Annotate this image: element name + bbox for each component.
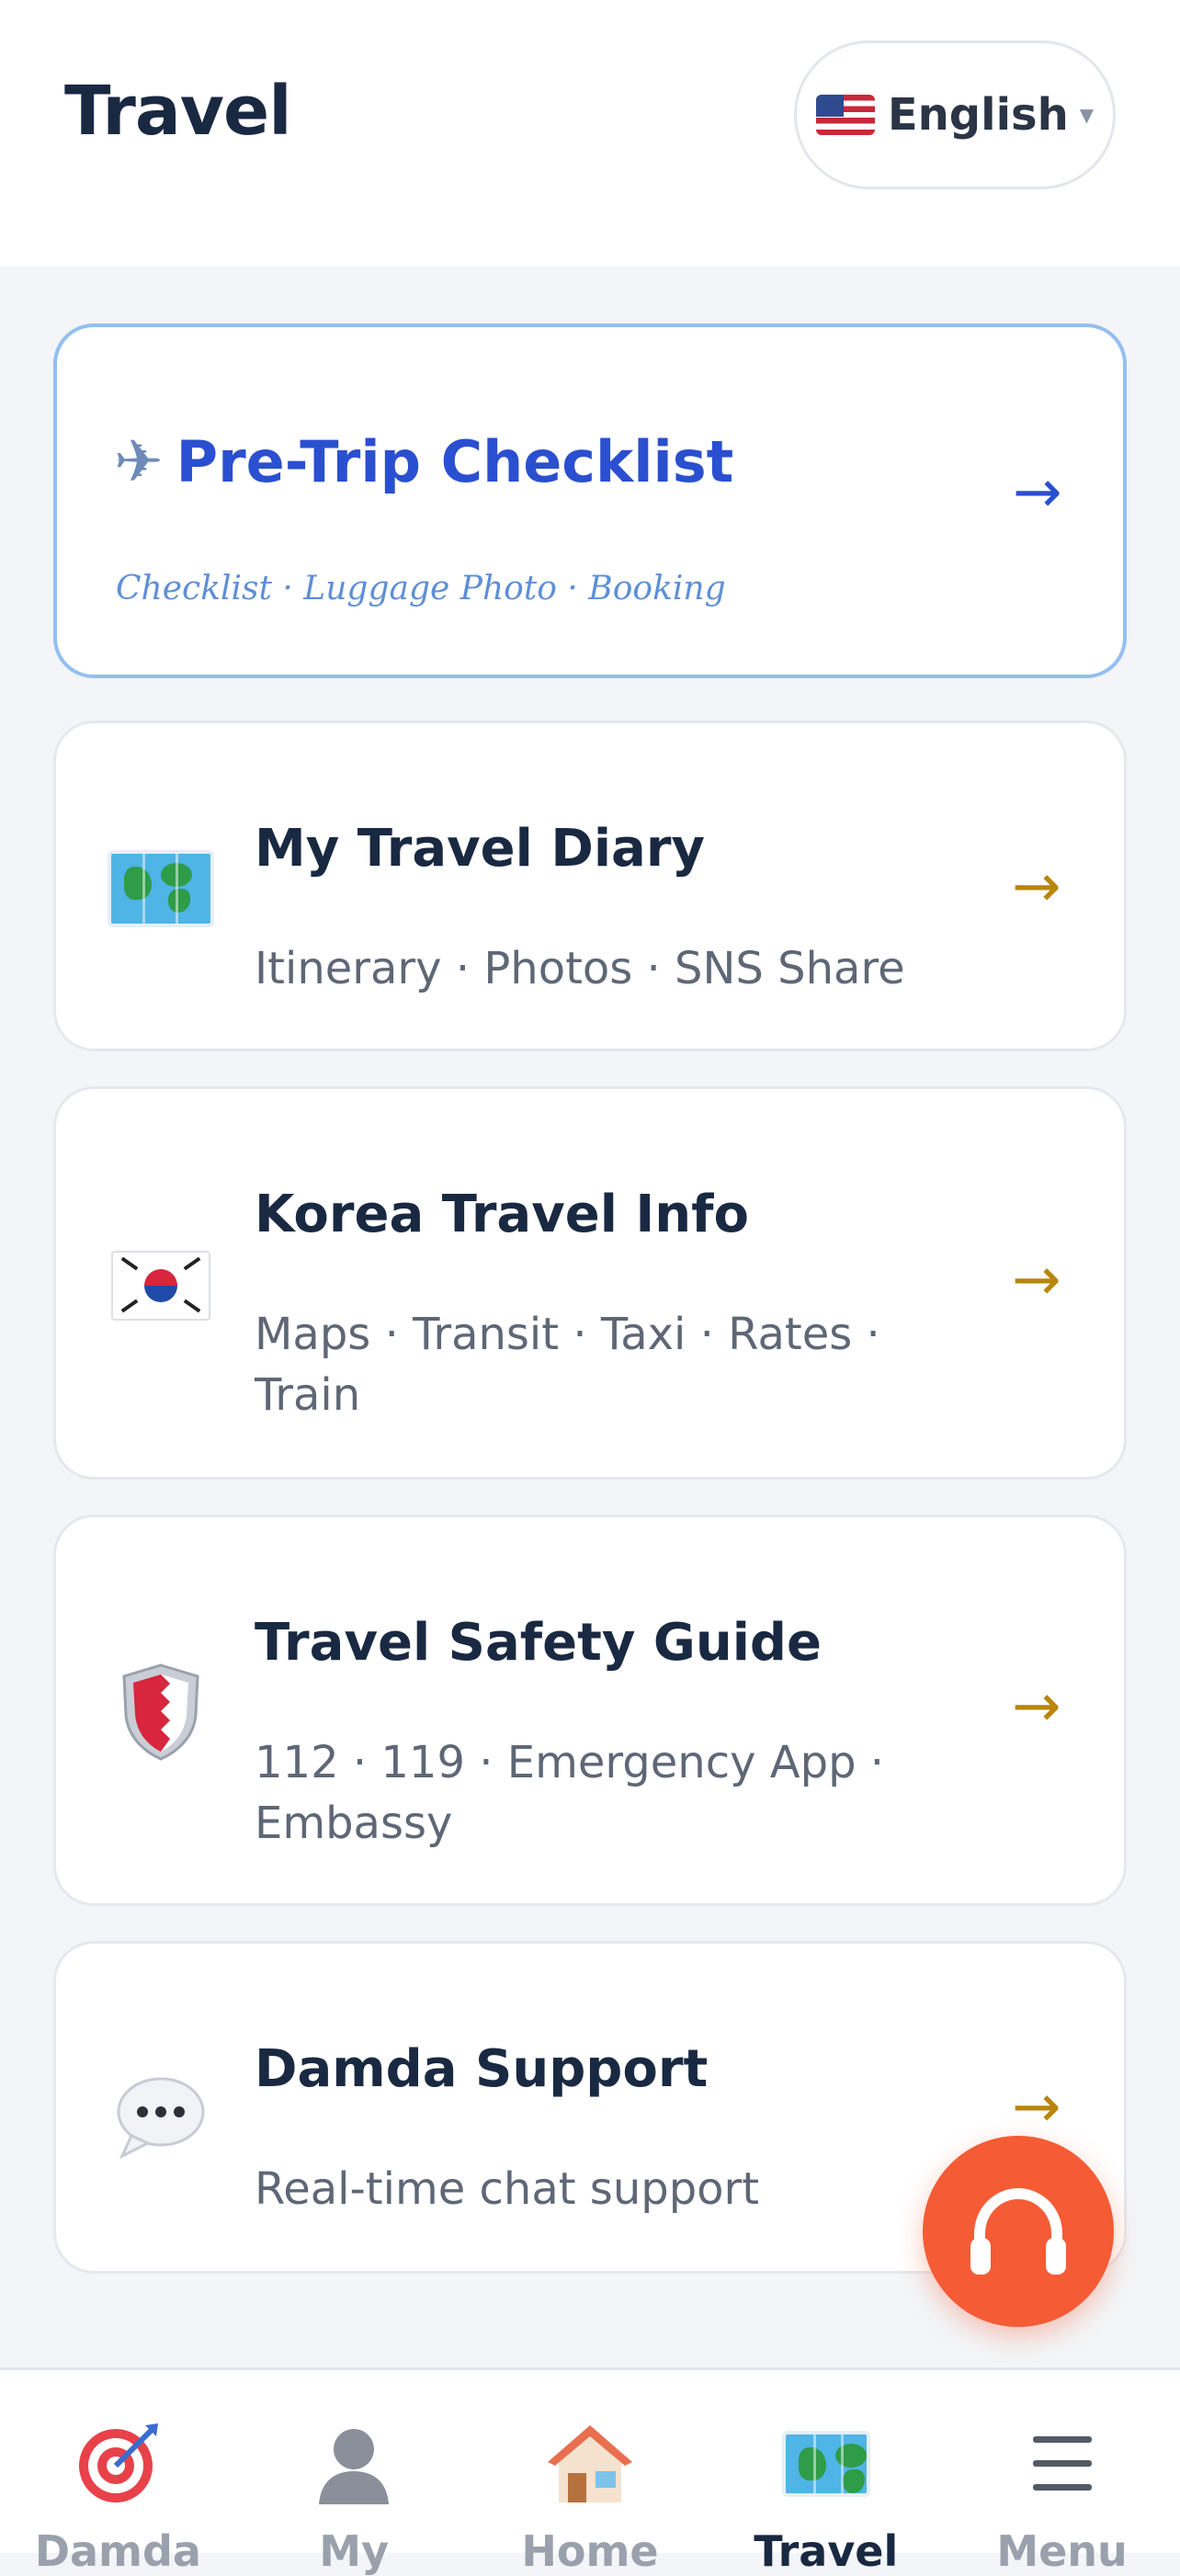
card-title: Damda Support	[255, 2039, 709, 2099]
world-map-icon	[108, 835, 214, 942]
arrow-right-icon: →	[1012, 1673, 1061, 1741]
arrow-right-icon: →	[1012, 2073, 1061, 2141]
nav-item-home[interactable]: Home	[472, 2370, 709, 2576]
card-title: Pre-Trip Checklist	[176, 428, 734, 495]
nav-label: Menu	[996, 2526, 1128, 2576]
card-subtitle: Itinerary · Photos · SNS Share	[255, 943, 905, 994]
card-title: Travel Safety Guide	[255, 1613, 822, 1673]
korea-travel-info-card[interactable]: Korea Travel Info Maps · Transit · Taxi …	[53, 1086, 1127, 1480]
person-icon	[310, 2420, 398, 2508]
card-title: My Travel Diary	[255, 819, 705, 879]
card-subtitle: Real-time chat support	[255, 2163, 760, 2215]
header: Travel English ▼	[0, 0, 1180, 267]
nav-label: My	[319, 2526, 390, 2576]
nav-item-my[interactable]: My	[236, 2370, 472, 2576]
arrow-right-icon: →	[1012, 1246, 1061, 1314]
support-chat-button[interactable]	[923, 2136, 1114, 2327]
caret-down-icon: ▼	[1079, 104, 1095, 126]
travel-diary-card[interactable]: My Travel Diary Itinerary · Photos · SNS…	[53, 721, 1127, 1051]
arrow-right-icon: →	[1013, 459, 1062, 527]
nav-label: Travel	[754, 2526, 899, 2576]
speech-bubble-icon	[108, 2061, 214, 2168]
card-subtitle: Maps · Transit · Taxi · Rates · Train	[255, 1309, 880, 1421]
nav-label: Damda	[34, 2526, 201, 2576]
safety-guide-card[interactable]: Travel Safety Guide 112 · 119 · Emergenc…	[53, 1515, 1127, 1906]
card-subtitle: 112 · 119 · Emergency App · Embassy	[255, 1737, 885, 1849]
arrow-right-icon: →	[1012, 853, 1061, 921]
nav-item-travel[interactable]: Travel	[708, 2370, 944, 2576]
pre-trip-checklist-card[interactable]: ✈ Pre-Trip Checklist Checklist · Luggage…	[53, 323, 1127, 678]
nav-label: Home	[521, 2526, 659, 2576]
world-map-icon	[781, 2420, 870, 2508]
nav-item-damda[interactable]: Damda	[0, 2370, 236, 2576]
bottom-nav: Damda My Home Travel Menu	[0, 2367, 1180, 2576]
hamburger-icon	[1018, 2420, 1106, 2508]
language-selector[interactable]: English ▼	[794, 40, 1116, 189]
page-title: Travel	[64, 72, 292, 151]
us-flag-icon	[815, 95, 875, 135]
language-label: English	[887, 89, 1069, 141]
card-title: Korea Travel Info	[255, 1185, 749, 1244]
target-icon	[74, 2420, 162, 2508]
card-subtitle: Checklist · Luggage Photo · Booking	[116, 570, 726, 607]
airplane-icon: ✈	[114, 427, 164, 496]
headphones-icon	[970, 2187, 1066, 2275]
korea-flag-icon	[108, 1232, 214, 1339]
house-icon	[546, 2420, 634, 2508]
nav-item-menu[interactable]: Menu	[944, 2370, 1180, 2576]
shield-icon	[108, 1659, 214, 1765]
